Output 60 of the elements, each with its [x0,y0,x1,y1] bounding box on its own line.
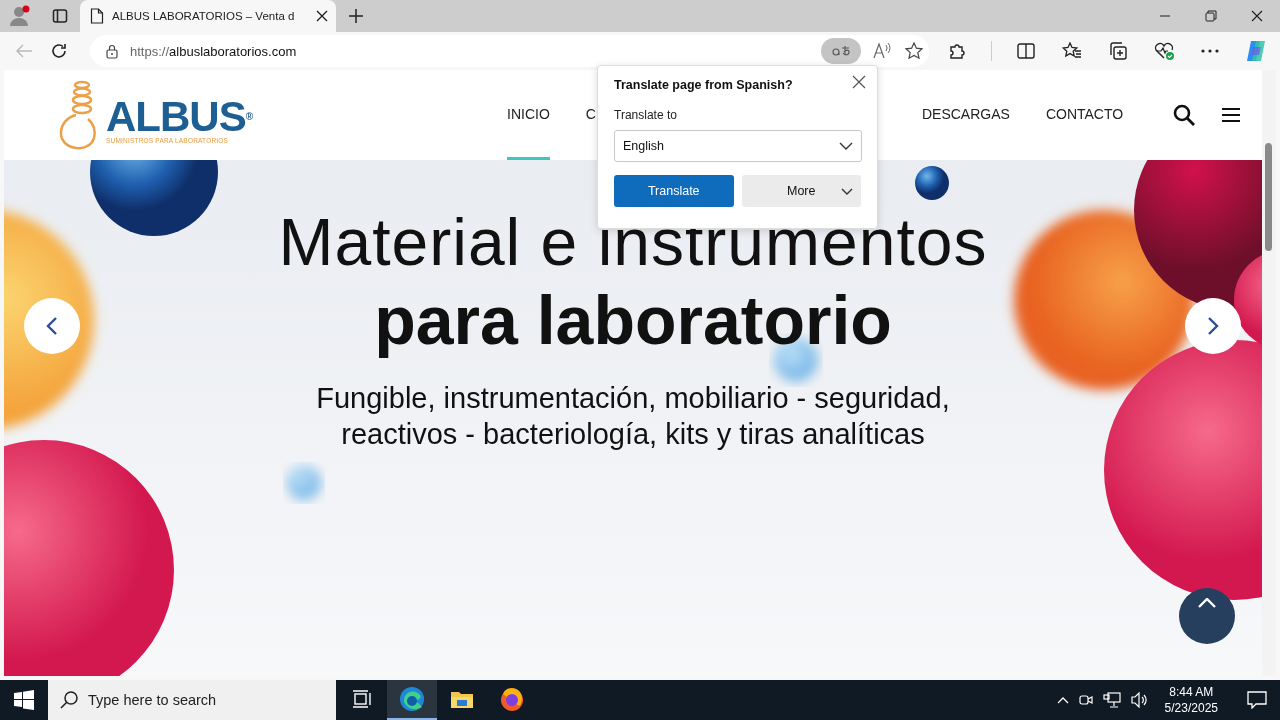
favorite-star-icon[interactable] [905,42,923,60]
chevron-down-icon [839,142,853,150]
search-icon [60,691,78,709]
health-icon[interactable] [1154,42,1174,60]
more-button[interactable]: More [741,175,861,207]
extensions-icon[interactable] [948,42,966,60]
hero-title: Material e instrumentos [278,204,988,281]
translate-button[interactable] [821,38,861,64]
profile-icon[interactable] [9,5,31,27]
task-view-icon [352,690,372,708]
scrollbar[interactable] [1262,70,1276,676]
chevron-right-icon [1207,317,1219,335]
translate-button[interactable]: Translate [614,175,734,207]
lock-icon [106,43,119,59]
close-icon[interactable] [316,10,328,22]
logo-wordmark: ALBUS$^{®}$ [106,96,254,137]
read-aloud-icon[interactable] [873,42,893,60]
chevron-up-icon [1198,598,1216,608]
refresh-icon[interactable] [49,42,68,60]
edge-icon [399,686,425,712]
address-bar[interactable]: https://albuslaboratorios.com [90,35,929,67]
tab-actions-icon[interactable] [52,8,68,24]
clock-date[interactable]: 5/23/2025 [1164,700,1218,716]
nav-link[interactable]: C [585,70,596,160]
hero-subtitle: reactivos - bacteriología, kits y tiras analíticas [341,417,925,452]
copilot-icon[interactable] [1244,39,1268,63]
new-tab-icon[interactable] [348,8,364,24]
language-dropdown[interactable]: English [614,130,862,162]
clock-time[interactable]: 8:44 AM [1169,684,1214,700]
close-icon [852,75,866,89]
firefox-icon [499,686,525,712]
collections-icon[interactable] [1109,42,1127,60]
taskbar-search-field[interactable]: Type here to search [48,680,336,720]
taskbar-app-button[interactable] [387,680,437,720]
hero-subtitle: Fungible, instrumentación, mobiliario - seguridad, [316,381,950,416]
windows-icon [14,690,34,710]
restore-icon[interactable] [1205,10,1217,22]
chevron-up-icon[interactable] [1056,696,1069,704]
translate-icon [831,44,851,58]
page-icon [90,8,104,24]
chevron-left-icon [46,317,58,335]
favorites-icon[interactable] [1062,42,1082,60]
volume-icon[interactable] [1130,692,1149,708]
more-icon[interactable] [1201,49,1219,53]
popup-title: Translate page from Spanish? [614,78,794,92]
network-icon[interactable] [1102,692,1121,708]
chevron-down-icon [841,187,853,195]
nav-link[interactable]: CONTACTO [1045,70,1124,160]
url-text: https://albuslaboratorios.com [130,43,298,59]
search-icon[interactable] [1173,104,1196,126]
folder-icon [450,689,474,709]
close-icon[interactable] [1251,10,1263,22]
menu-icon[interactable] [1221,107,1242,123]
camera-icon[interactable] [1078,692,1093,708]
field-label: Translate to [614,108,678,122]
notifications-icon[interactable] [1247,691,1267,709]
nav-link[interactable]: DESCARGAS [921,70,1010,160]
hero-title: para laboratorio [374,282,892,358]
browser-tab[interactable]: ALBUS LABORATORIOS – Venta d [80,0,336,32]
split-screen-icon[interactable] [1017,43,1035,59]
